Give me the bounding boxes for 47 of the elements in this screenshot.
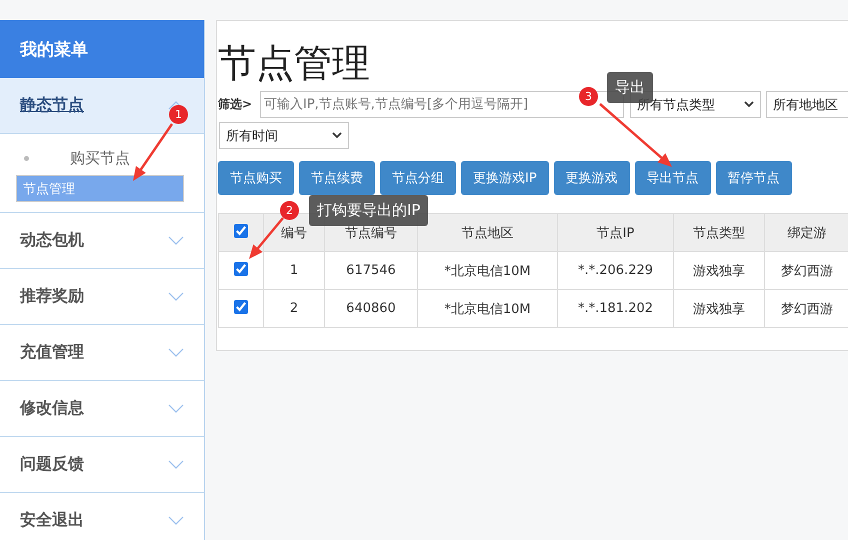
menu-header: 我的菜单 bbox=[0, 20, 204, 78]
table-cell: 游戏独享 bbox=[674, 290, 764, 328]
table-cell: 1 bbox=[264, 252, 324, 290]
chevron-icon bbox=[168, 516, 184, 525]
table-cell: *北京电信10M bbox=[418, 290, 558, 328]
sidebar-item[interactable]: 动态包机 bbox=[0, 213, 204, 269]
column-header: 节点类型 bbox=[674, 214, 764, 252]
table-cell: 游戏独享 bbox=[674, 252, 764, 290]
column-header: 节点地区 bbox=[418, 214, 558, 252]
action-button[interactable]: 节点分组 bbox=[380, 161, 456, 195]
pointer-arrow bbox=[133, 123, 174, 181]
sidebar-item[interactable]: 修改信息 bbox=[0, 381, 204, 437]
select-all-checkbox[interactable] bbox=[234, 224, 248, 238]
chevron-icon bbox=[168, 236, 184, 245]
action-button[interactable]: 暂停节点 bbox=[716, 161, 792, 195]
caret-icon bbox=[744, 101, 754, 108]
action-button[interactable]: 节点续费 bbox=[299, 161, 375, 195]
chevron-icon bbox=[168, 348, 184, 357]
tooltip: 导出 bbox=[607, 72, 653, 103]
dropdown[interactable]: 所有地地区 bbox=[766, 91, 848, 118]
chevron-icon bbox=[168, 404, 184, 413]
table-cell: 2 bbox=[264, 290, 324, 328]
row-checkbox[interactable] bbox=[234, 262, 248, 276]
chevron-icon bbox=[168, 292, 184, 301]
row-checkbox[interactable] bbox=[234, 300, 248, 314]
action-button[interactable]: 更换游戏 bbox=[554, 161, 630, 195]
column-header: 节点IP bbox=[558, 214, 674, 252]
action-button[interactable]: 节点购买 bbox=[218, 161, 294, 195]
caret-icon bbox=[332, 132, 342, 139]
action-button[interactable]: 导出节点 bbox=[634, 161, 711, 195]
filter-label: 筛选> bbox=[217, 96, 254, 113]
sidebar-item[interactable]: 安全退出 bbox=[0, 493, 204, 540]
sidebar-item[interactable]: 问题反馈 bbox=[0, 437, 204, 493]
chevron-icon bbox=[168, 460, 184, 469]
sidebar-item[interactable]: 充值管理 bbox=[0, 325, 204, 381]
tooltip: 打钩要导出的IP bbox=[309, 195, 428, 226]
table-cell: *北京电信10M bbox=[418, 252, 558, 290]
action-button[interactable]: 更换游戏IP bbox=[461, 161, 549, 195]
page-title: 节点管理 bbox=[218, 41, 370, 85]
sidebar-item[interactable]: 推荐奖励 bbox=[0, 269, 204, 325]
dropdown[interactable]: 所有时间 bbox=[219, 122, 349, 149]
table-cell: 640860 bbox=[324, 290, 418, 328]
column-header: 绑定游 bbox=[764, 214, 848, 252]
table-cell: *.*.206.229 bbox=[558, 252, 674, 290]
table-cell: *.*.181.202 bbox=[558, 290, 674, 328]
table-cell: 617546 bbox=[324, 252, 418, 290]
submenu-item[interactable]: 购买节点 bbox=[16, 142, 184, 175]
